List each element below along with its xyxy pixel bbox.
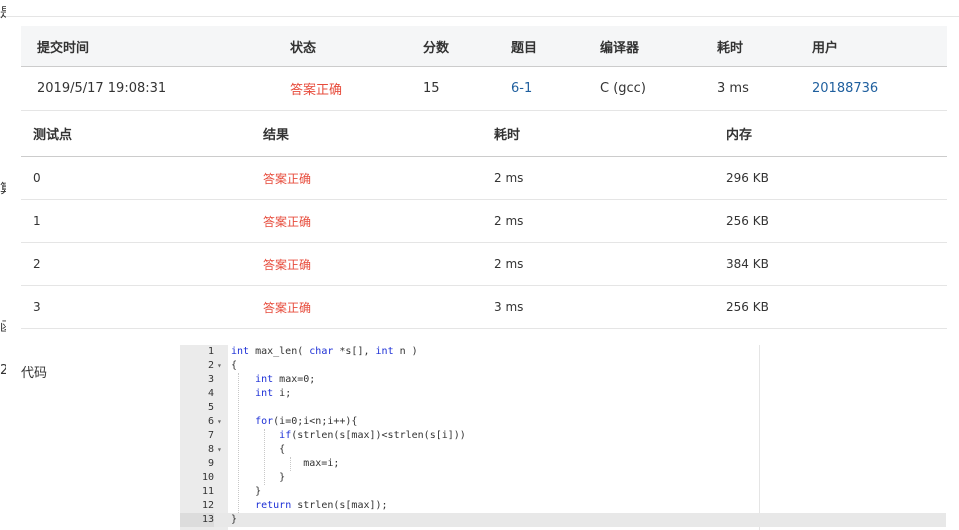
header-user: 用户 bbox=[812, 40, 839, 56]
testcase-row: 1 答案正确 2 ms 256 KB bbox=[21, 200, 947, 243]
line-number: 2 bbox=[207, 360, 214, 371]
code-text: int i; bbox=[255, 388, 292, 399]
header-score: 分数 bbox=[423, 40, 450, 56]
edge-glyph: 2 bbox=[0, 363, 6, 378]
testcase-memory: 384 KB bbox=[726, 257, 769, 271]
top-bar bbox=[0, 0, 959, 17]
line-number: 6 bbox=[207, 416, 214, 427]
line-number: 4 bbox=[207, 388, 214, 399]
code-label: 代码 bbox=[21, 366, 48, 381]
header-memory: 内存 bbox=[726, 128, 753, 143]
line-number: 8 bbox=[207, 444, 214, 455]
fold-arrow-icon[interactable]: ▾ bbox=[217, 415, 225, 429]
code-text: max=i; bbox=[231, 458, 340, 469]
header-result: 结果 bbox=[263, 128, 290, 143]
line-number: 3 bbox=[207, 374, 214, 385]
compiler-value: C (gcc) bbox=[600, 81, 646, 96]
header-compiler: 编译器 bbox=[600, 40, 640, 56]
code-text: } bbox=[231, 486, 262, 497]
edge-glyph: 算 bbox=[0, 178, 6, 197]
testcase-row: 3 答案正确 3 ms 256 KB bbox=[21, 286, 947, 329]
code-text: } bbox=[231, 472, 286, 483]
line-number: 13 bbox=[180, 513, 214, 527]
code-text: if(strlen(s[max])<strlen(s[i])) bbox=[279, 430, 466, 441]
code-line: 4 int i; bbox=[180, 387, 710, 401]
header-duration: 耗时 bbox=[717, 40, 744, 56]
code-line: 9 max=i; bbox=[180, 457, 710, 471]
duration-value: 3 ms bbox=[717, 81, 749, 96]
problem-link[interactable]: 6-1 bbox=[511, 67, 532, 110]
line-number: 7 bbox=[207, 430, 214, 441]
code-line: 2 ▾ { bbox=[180, 359, 710, 373]
line-number: 9 bbox=[207, 458, 214, 469]
testcase-table: 测试点 结果 耗时 内存 0 答案正确 2 ms 296 KB 1 答案正确 2… bbox=[21, 111, 947, 329]
testcase-row: 2 答案正确 2 ms 384 KB bbox=[21, 243, 947, 286]
indent-guide bbox=[264, 429, 265, 485]
code-line: 3 int max=0; bbox=[180, 373, 710, 387]
testcase-id: 0 bbox=[33, 171, 41, 185]
line-number: 1 bbox=[207, 346, 214, 357]
code-text: return strlen(s[max]); bbox=[255, 500, 388, 511]
testcase-id: 2 bbox=[33, 257, 41, 271]
testcase-result: 答案正确 bbox=[263, 300, 312, 315]
edge-glyph: 是 bbox=[0, 2, 6, 21]
code-line: 10 } bbox=[180, 471, 710, 485]
user-link[interactable]: 20188736 bbox=[812, 67, 878, 110]
fold-arrow-icon[interactable]: ▾ bbox=[217, 443, 225, 457]
line-number: 10 bbox=[201, 472, 214, 483]
indent-guide bbox=[290, 457, 291, 471]
code-text: } bbox=[231, 514, 238, 525]
score-value: 15 bbox=[423, 81, 440, 96]
print-margin bbox=[759, 345, 760, 530]
code-line: 6 ▾ for(i=0;i<n;i++){ bbox=[180, 415, 710, 429]
testcase-memory: 296 KB bbox=[726, 171, 769, 185]
testcase-memory: 256 KB bbox=[726, 214, 769, 228]
testcase-result: 答案正确 bbox=[263, 257, 312, 272]
header-status: 状态 bbox=[290, 40, 317, 56]
code-text: int max=0; bbox=[255, 374, 316, 385]
fold-arrow-icon[interactable]: ▾ bbox=[217, 359, 225, 373]
line-number: 11 bbox=[201, 486, 214, 497]
submission-table: 提交时间 状态 分数 题目 编译器 耗时 用户 2019/5/17 19:08:… bbox=[21, 26, 947, 111]
line-number: 5 bbox=[207, 402, 214, 413]
testcase-time: 2 ms bbox=[494, 257, 524, 271]
submission-row: 2019/5/17 19:08:31 答案正确 15 6-1 C (gcc) 3… bbox=[21, 67, 947, 111]
code-line: 11 } bbox=[180, 485, 710, 499]
indent-guide bbox=[238, 373, 239, 513]
testcase-time: 2 ms bbox=[494, 171, 524, 185]
code-text: int max_len( char *s[], int n ) bbox=[231, 346, 418, 357]
testcase-memory: 256 KB bbox=[726, 300, 769, 314]
submit-time: 2019/5/17 19:08:31 bbox=[37, 81, 167, 96]
top-divider bbox=[0, 16, 959, 17]
testcase-id: 1 bbox=[33, 214, 41, 228]
code-line: 5 bbox=[180, 401, 710, 415]
code-editor[interactable]: 1 int max_len( char *s[], int n ) 2 ▾{3 int… bbox=[180, 345, 946, 530]
code-line: 8 ▾ { bbox=[180, 443, 710, 457]
code-line: 1 int max_len( char *s[], int n ) bbox=[180, 345, 710, 359]
code-line: 13} bbox=[180, 513, 946, 527]
edge-glyph: 函 bbox=[0, 316, 6, 335]
status-accepted: 答案正确 bbox=[290, 83, 343, 98]
testcase-time: 2 ms bbox=[494, 214, 524, 228]
header-testcase: 测试点 bbox=[33, 128, 73, 143]
header-submit-time: 提交时间 bbox=[37, 40, 90, 56]
code-text: { bbox=[231, 444, 286, 455]
testcase-time: 3 ms bbox=[494, 300, 524, 314]
testcase-id: 3 bbox=[33, 300, 41, 314]
line-number: 12 bbox=[201, 500, 214, 511]
header-time: 耗时 bbox=[494, 128, 521, 143]
code-text: for(i=0;i<n;i++){ bbox=[255, 416, 358, 427]
code-text: { bbox=[231, 360, 238, 371]
header-problem: 题目 bbox=[511, 40, 538, 56]
submission-header-row: 提交时间 状态 分数 题目 编译器 耗时 用户 bbox=[21, 26, 947, 67]
testcase-header-row: 测试点 结果 耗时 内存 bbox=[21, 111, 947, 157]
code-line: 12 return strlen(s[max]); bbox=[180, 499, 710, 513]
testcase-result: 答案正确 bbox=[263, 214, 312, 229]
testcase-result: 答案正确 bbox=[263, 171, 312, 186]
testcase-row: 0 答案正确 2 ms 296 KB bbox=[21, 157, 947, 200]
code-line: 7 if(strlen(s[max])<strlen(s[i])) bbox=[180, 429, 710, 443]
